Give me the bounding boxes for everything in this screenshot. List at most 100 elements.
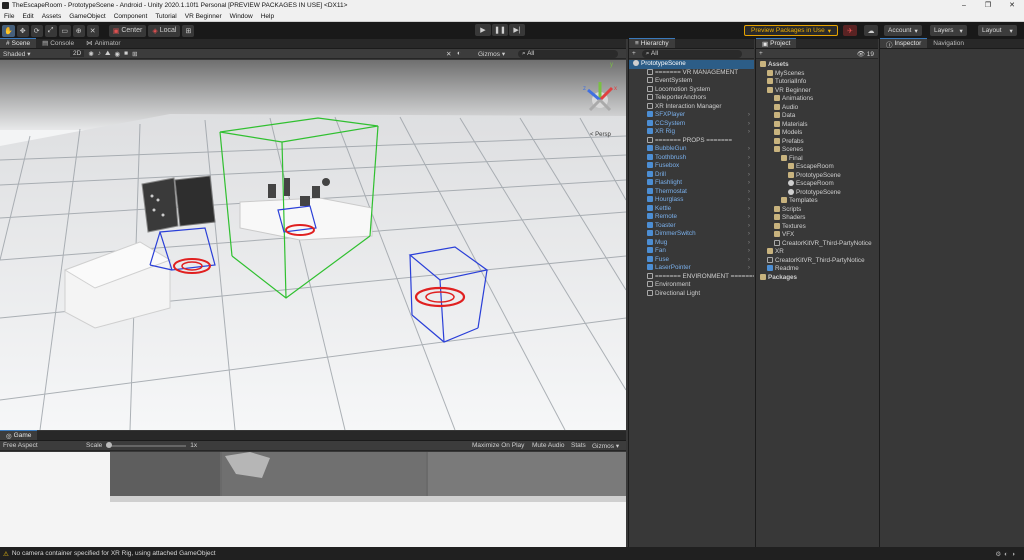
project-item-row[interactable]: Shaders	[756, 214, 878, 223]
chevron-right-icon[interactable]: ›	[748, 213, 750, 222]
tab-inspector[interactable]: ⓘ Inspector	[880, 38, 928, 49]
tools-icon[interactable]: ✕	[446, 50, 451, 58]
pause-button[interactable]: ❚❚	[492, 24, 508, 36]
minimize-button[interactable]: –	[952, 0, 976, 11]
hand-tool-button[interactable]: ✋	[2, 24, 15, 37]
shading-dropdown[interactable]: Shaded ▾	[0, 50, 62, 58]
project-item-row[interactable]: PrototypeScene	[756, 172, 878, 181]
hidden-objects-icon[interactable]: ◉	[114, 50, 120, 58]
project-item-row[interactable]: XR	[756, 248, 878, 257]
scale-slider[interactable]	[106, 441, 187, 448]
chevron-right-icon[interactable]: ›	[748, 256, 750, 265]
project-item-row[interactable]: Scenes	[756, 146, 878, 155]
chevron-right-icon[interactable]: ›	[748, 154, 750, 163]
step-button[interactable]: ▶|	[509, 24, 525, 36]
project-item-row[interactable]: Audio	[756, 104, 878, 113]
hierarchy-item-row[interactable]: Drill ›	[629, 171, 754, 180]
hierarchy-item-row[interactable]: TeleporterAnchors	[629, 94, 754, 103]
scale-slider-handle[interactable]	[106, 441, 113, 448]
gizmo-toggle-icon[interactable]: ⊞	[132, 50, 137, 58]
maximize-button[interactable]: ❐	[976, 0, 1000, 11]
chevron-right-icon[interactable]: ›	[748, 196, 750, 205]
layout-dropdown[interactable]: Layout ▾	[978, 25, 1017, 36]
project-item-row[interactable]: Textures	[756, 223, 878, 232]
tab-scene[interactable]: # Scene	[0, 38, 37, 48]
menu-assets[interactable]: Assets	[38, 13, 66, 20]
chevron-right-icon[interactable]: ›	[748, 264, 750, 273]
tab-hierarchy[interactable]: ≡ Hierarchy	[629, 38, 675, 48]
project-item-row[interactable]: Prefabs	[756, 138, 878, 147]
project-item-row[interactable]: Packages	[756, 274, 878, 283]
close-button[interactable]: ✕	[1000, 0, 1024, 11]
project-item-row[interactable]: CreatorKitVR_Third-PartyNotice	[756, 257, 878, 266]
project-item-row[interactable]: Assets	[756, 61, 878, 70]
chevron-right-icon[interactable]: ›	[748, 188, 750, 197]
mute-audio-toggle[interactable]: Mute Audio	[532, 442, 565, 449]
project-item-row[interactable]: Animations	[756, 95, 878, 104]
scene-search-input[interactable]: ⌕ All	[518, 49, 618, 58]
pivot-local-button[interactable]: ◈ Local	[148, 24, 181, 37]
hierarchy-item-row[interactable]: Fan ›	[629, 247, 754, 256]
camera-icon[interactable]: ■	[124, 50, 128, 57]
hierarchy-item-row[interactable]: Fuse ›	[629, 256, 754, 265]
tab-console[interactable]: ▤ Console	[36, 38, 80, 48]
preview-packages-dropdown[interactable]: Preview Packages in Use ▾	[744, 25, 838, 36]
project-item-row[interactable]: TutorialInfo	[756, 78, 878, 87]
transform-tool-button[interactable]: ⊕	[72, 24, 85, 37]
project-item-row[interactable]: EscapeRoom	[756, 180, 878, 189]
hierarchy-add-button[interactable]: +	[629, 50, 636, 57]
menu-file[interactable]: File	[0, 13, 18, 20]
grid-snap-button[interactable]: ⊞	[182, 24, 195, 37]
tab-game[interactable]: ◎ Game	[0, 430, 38, 440]
hierarchy-item-row[interactable]: Flashlight ›	[629, 179, 754, 188]
tab-project[interactable]: ▣ Project	[756, 38, 797, 48]
project-item-row[interactable]: MyScenes	[756, 70, 878, 79]
project-item-row[interactable]: Final	[756, 155, 878, 164]
hierarchy-item-row[interactable]: Environment	[629, 281, 754, 290]
chevron-right-icon[interactable]: ›	[748, 239, 750, 248]
project-item-row[interactable]: VFX	[756, 231, 878, 240]
hierarchy-item-row[interactable]: XR Interaction Manager	[629, 103, 754, 112]
stats-toggle[interactable]: Stats	[571, 442, 586, 449]
project-item-row[interactable]: Materials	[756, 121, 878, 130]
hierarchy-item-row[interactable]: SFXPlayer ›	[629, 111, 754, 120]
menu-component[interactable]: Component	[110, 13, 152, 20]
hierarchy-item-row[interactable]: LaserPointer ›	[629, 264, 754, 273]
menu-vr-beginner[interactable]: VR Beginner	[181, 13, 226, 20]
maximize-on-play-toggle[interactable]: Maximize On Play	[472, 442, 524, 449]
hierarchy-item-row[interactable]: ======= ENVIRONMENT =======	[629, 273, 754, 282]
tab-animator[interactable]: ⋈ Animator	[80, 38, 127, 48]
chevron-right-icon[interactable]: ›	[748, 120, 750, 129]
hierarchy-item-row[interactable]: Mug ›	[629, 239, 754, 248]
move-tool-button[interactable]: ✥	[16, 24, 29, 37]
rect-tool-button[interactable]: ▭	[58, 24, 71, 37]
effects-toggle-icon[interactable]: ⛰	[105, 50, 110, 58]
hierarchy-item-row[interactable]: Thermostat ›	[629, 188, 754, 197]
menu-tutorial[interactable]: Tutorial	[151, 13, 180, 20]
hierarchy-item-row[interactable]: CCSystem ›	[629, 120, 754, 129]
scene-camera-icon[interactable]: ◐	[457, 50, 461, 57]
project-item-row[interactable]: VR Beginner	[756, 87, 878, 96]
status-message[interactable]: No camera container specified for XR Rig…	[12, 550, 216, 557]
chevron-right-icon[interactable]: ›	[748, 179, 750, 188]
lighting-toggle-icon[interactable]: ✺	[88, 50, 93, 58]
hierarchy-search-input[interactable]: ⌕ All	[641, 49, 742, 58]
chevron-right-icon[interactable]: ›	[748, 205, 750, 214]
hierarchy-item-row[interactable]: Remote ›	[629, 213, 754, 222]
project-item-row[interactable]: Scripts	[756, 206, 878, 215]
rotate-tool-button[interactable]: ⟳	[30, 24, 43, 37]
hierarchy-item-row[interactable]: Locomotion System	[629, 86, 754, 95]
project-item-row[interactable]: Data	[756, 112, 878, 121]
hierarchy-item-row[interactable]: ======= PROPS =======	[629, 137, 754, 146]
chevron-right-icon[interactable]: ›	[748, 222, 750, 231]
custom-tool-button[interactable]: ✕	[86, 24, 99, 37]
hierarchy-item-row[interactable]: ======= VR MANAGEMENT	[629, 69, 754, 78]
scene-viewport[interactable]: y x z < Persp	[0, 60, 626, 430]
chevron-right-icon[interactable]: ›	[748, 145, 750, 154]
menu-window[interactable]: Window	[226, 13, 257, 20]
2d-toggle[interactable]: 2D	[70, 50, 85, 57]
game-gizmos-dropdown[interactable]: Gizmos ▾	[592, 442, 619, 450]
hierarchy-item-row[interactable]: Kettle ›	[629, 205, 754, 214]
project-item-row[interactable]: Models	[756, 129, 878, 138]
tab-navigation[interactable]: Navigation	[927, 38, 970, 48]
